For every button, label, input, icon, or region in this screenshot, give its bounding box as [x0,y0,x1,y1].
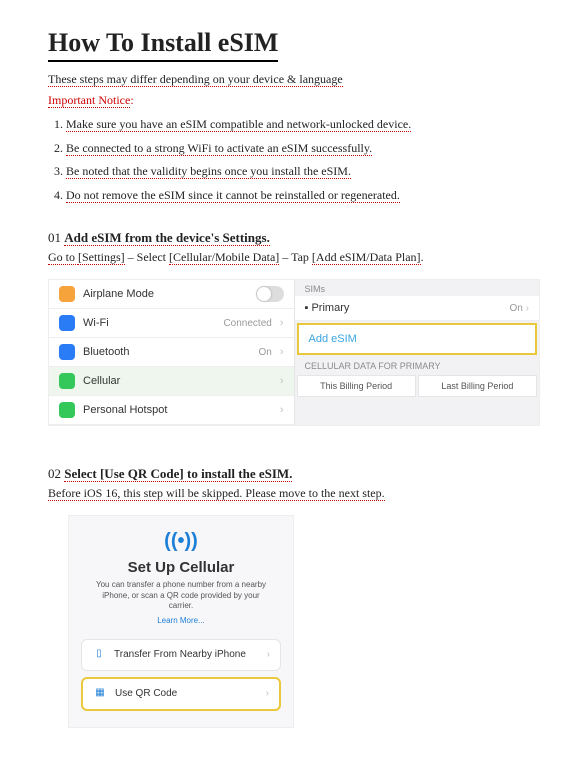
notice-list: Make sure you have an eSIM compatible an… [48,114,540,206]
cellular-icon [59,373,75,389]
list-item: Be connected to a strong WiFi to activat… [66,138,540,160]
setup-heading: Set Up Cellular [81,559,281,576]
transfer-option[interactable]: ▯ Transfer From Nearby iPhone › [81,639,281,671]
cellular-data-header: CELLULAR DATA FOR PRIMARY [295,357,540,373]
use-qr-option[interactable]: ▦ Use QR Code › [81,677,281,711]
chevron-right-icon: › [266,688,269,699]
airplane-toggle[interactable] [256,286,284,302]
primary-sim-row[interactable]: ▪ Primary On › [295,296,540,321]
tab-last-period[interactable]: Last Billing Period [418,375,537,397]
list-item: Be noted that the validity begins once y… [66,161,540,183]
bluetooth-row[interactable]: Bluetooth On › [49,338,294,367]
billing-tabs: This Billing Period Last Billing Period [295,373,540,399]
subtitle: These steps may differ depending on your… [48,72,540,87]
settings-screenshot: Airplane Mode Wi-Fi Connected › Bluetoot… [48,279,540,426]
chevron-right-icon: › [280,317,284,329]
wifi-row[interactable]: Wi-Fi Connected › [49,309,294,338]
list-item: Do not remove the eSIM since it cannot b… [66,185,540,207]
setup-cellular-screenshot: ((•)) Set Up Cellular You can transfer a… [68,515,294,727]
qr-icon: ▦ [93,687,107,701]
wifi-icon [59,315,75,331]
chevron-right-icon: › [280,404,284,416]
bluetooth-icon [59,344,75,360]
hotspot-icon [59,402,75,418]
sims-header: SIMs [295,280,540,296]
section-2-title: 02 Select [Use QR Code] to install the e… [48,466,540,482]
tab-this-period[interactable]: This Billing Period [297,375,416,397]
cellular-row[interactable]: Cellular › [49,367,294,396]
add-esim-button[interactable]: Add eSIM [297,323,538,355]
airplane-icon [59,286,75,302]
section-2-sub: Before iOS 16, this step will be skipped… [48,486,540,501]
airplane-mode-row[interactable]: Airplane Mode [49,280,294,309]
section-1-sub: Go to [Settings] – Select [Cellular/Mobi… [48,250,540,265]
antenna-icon: ((•)) [81,530,281,553]
phone-icon: ▯ [92,648,106,662]
chevron-right-icon: › [280,346,284,358]
page-title: How To Install eSIM [48,28,278,62]
important-notice: Important Notice: [48,93,540,108]
hotspot-row[interactable]: Personal Hotspot › [49,396,294,425]
section-1-title: 01 Add eSIM from the device's Settings. [48,230,540,246]
learn-more-link[interactable]: Learn More... [81,616,281,625]
setup-desc: You can transfer a phone number from a n… [89,580,273,611]
list-item: Make sure you have an eSIM compatible an… [66,114,540,136]
chevron-right-icon: › [267,649,270,660]
chevron-right-icon: › [280,375,284,387]
